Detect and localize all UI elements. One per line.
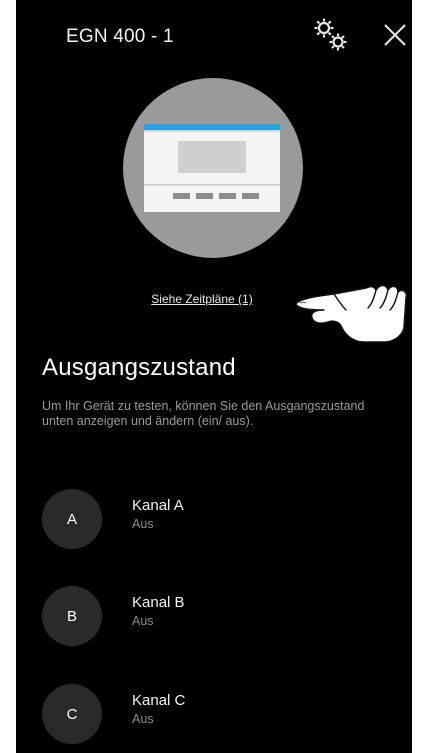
channel-avatar: A (42, 489, 102, 549)
page-title: EGN 400 - 1 (66, 26, 174, 47)
channel-state: Aus (132, 614, 154, 628)
channel-state: Aus (132, 712, 154, 726)
close-icon (384, 24, 406, 46)
channel-name: Kanal C (132, 692, 186, 709)
timer-device-illustration (144, 124, 280, 212)
output-state-description: Um Ihr Gerät zu testen, können Sie den A… (42, 399, 365, 428)
channel-avatar: C (42, 684, 102, 744)
output-state-title: Ausgangszustand (42, 354, 236, 381)
channel-row-c[interactable]: C Kanal C Aus (42, 684, 382, 744)
header: EGN 400 - 1 (16, 0, 412, 70)
close-button[interactable] (380, 20, 410, 50)
device-image (123, 78, 303, 258)
gears-icon (314, 18, 347, 51)
pointing-hand-icon (295, 284, 408, 343)
app-screen: EGN 400 - 1 Siehe Zeitpläne (1) Ausgangs… (16, 0, 412, 753)
channel-state: Aus (132, 517, 154, 531)
channel-avatar: B (42, 586, 102, 646)
channel-row-a[interactable]: A Kanal A Aus (42, 489, 382, 549)
settings-button[interactable] (310, 14, 352, 56)
channel-row-b[interactable]: B Kanal B Aus (42, 586, 382, 646)
channel-name: Kanal A (132, 497, 184, 514)
channel-name: Kanal B (132, 594, 185, 611)
schedules-link-label[interactable]: Siehe Zeitpläne (1) (151, 292, 252, 306)
